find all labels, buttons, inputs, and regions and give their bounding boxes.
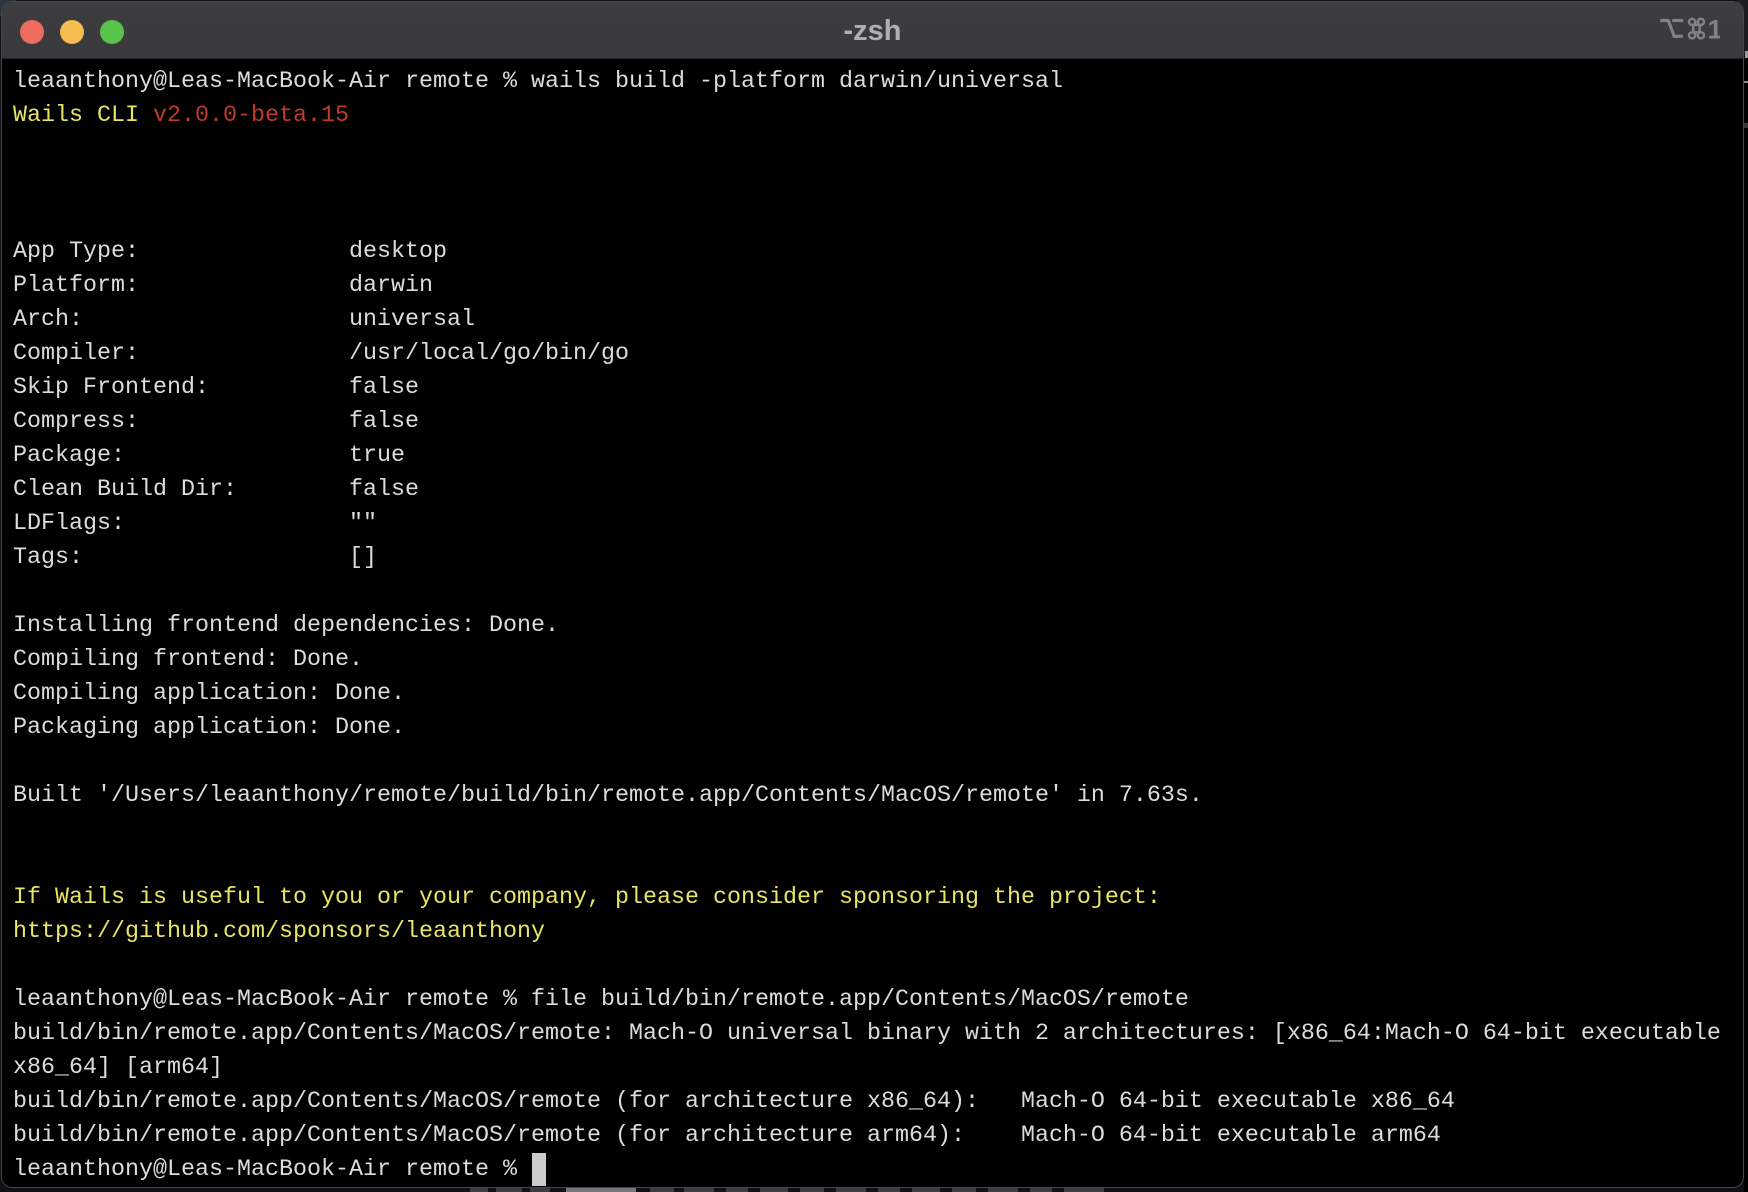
svg-text:1: 1 bbox=[1708, 16, 1721, 44]
